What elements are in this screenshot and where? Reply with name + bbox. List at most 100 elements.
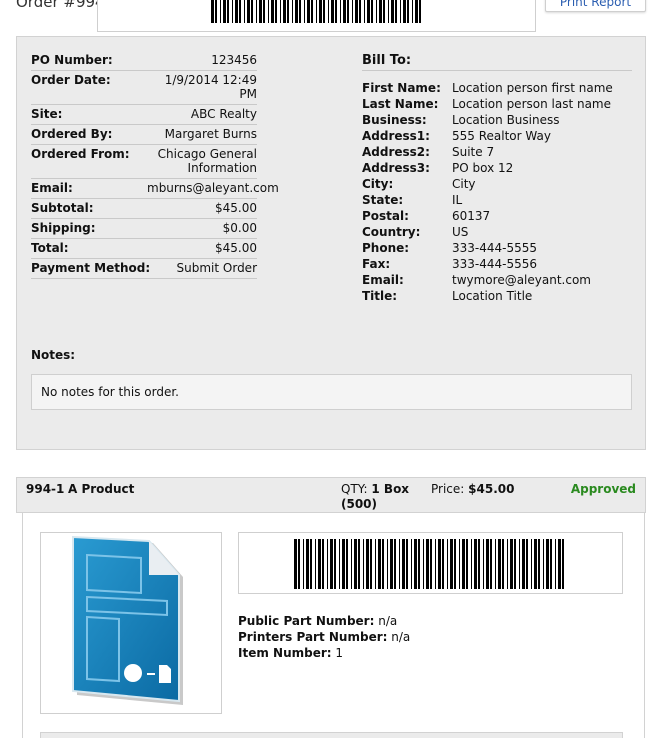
item-name: A Product (68, 482, 135, 496)
next-section-strip (40, 732, 623, 738)
barcode-bar (351, 539, 352, 589)
barcode-bar (546, 539, 549, 589)
bill-to-value: 60137 (452, 209, 491, 223)
bill-to-row: Phone: 333-444-5555 (362, 240, 632, 256)
po-number-label: PO Number: (31, 53, 113, 67)
barcode-bar (426, 539, 429, 589)
barcode-bar (423, 539, 424, 589)
bill-to-label: Address3: (362, 161, 430, 175)
barcode-bar (555, 539, 556, 589)
barcode-bar (531, 539, 532, 589)
barcode-bar (395, 0, 397, 23)
barcode-bar (375, 539, 376, 589)
barcode-bar (459, 539, 460, 589)
bill-to-row: Fax: 333-444-5556 (362, 256, 632, 272)
ordered-by-value: Margaret Burns (164, 127, 257, 141)
barcode-bar (283, 0, 286, 23)
barcode-bar (438, 539, 441, 589)
barcode-bar (364, 0, 365, 23)
bill-to-title: Bill To: (362, 53, 632, 71)
barcode-bar (227, 0, 229, 23)
bill-to-row: State: IL (362, 192, 632, 208)
barcode-bar (220, 0, 221, 23)
ordered-from-label: Ordered From: (31, 147, 130, 161)
barcode-bar (435, 539, 436, 589)
public-part-row: Public Part Number: n/a (238, 613, 410, 629)
barcode-bar (510, 539, 513, 589)
barcode-bar (251, 0, 253, 23)
barcode-bar (268, 0, 269, 23)
barcode-bar (298, 539, 300, 589)
barcode-bar (235, 0, 238, 23)
ordered-from-value: Chicago General Information (157, 147, 257, 175)
barcode-bar (328, 0, 329, 23)
order-summary: PO Number: 123456 Order Date: 1/9/2014 12:… (31, 51, 279, 279)
barcode-bar (316, 0, 317, 23)
barcode-bar (366, 539, 369, 589)
barcode-bar (462, 539, 465, 589)
bill-to-label: Email: (362, 273, 404, 287)
ordered-by-label: Ordered By: (31, 127, 113, 141)
public-part-label: Public Part Number: (238, 614, 375, 628)
order-item-header: 994-1 A Product QTY: 1 Box (500) Price: … (16, 477, 646, 513)
bill-to-value: Location person last name (452, 97, 612, 111)
barcode-bar (215, 0, 217, 23)
barcode-bar (379, 0, 382, 23)
bill-to-label: Address1: (362, 129, 430, 143)
barcode-bar (383, 0, 385, 23)
barcode-bar (418, 539, 420, 589)
barcode-bar (342, 539, 345, 589)
shipping-label: Shipping: (31, 221, 96, 235)
po-number-row: PO Number: 123456 (31, 51, 257, 71)
bill-to-row: Address1: 555 Realtor Way (362, 128, 632, 144)
barcode-bar (538, 539, 540, 589)
barcode-bar (358, 539, 360, 589)
barcode-bar (495, 539, 496, 589)
site-label: Site: (31, 107, 63, 121)
barcode-bar (502, 539, 504, 589)
bill-to-value: 333-444-5556 (452, 257, 538, 271)
barcode-bar (391, 0, 394, 23)
item-barcode-box (238, 532, 623, 594)
product-info: Public Part Number: n/a Printers Part Nu… (238, 613, 410, 661)
print-report-button[interactable]: Print Report (545, 0, 646, 12)
barcode-bar (275, 0, 277, 23)
order-barcode-box (97, 0, 536, 32)
barcode-bar (543, 539, 544, 589)
bill-to-value: 555 Realtor Way (452, 129, 551, 143)
payment-method-label: Payment Method: (31, 261, 151, 275)
bill-to-value: Suite 7 (452, 145, 495, 159)
barcode-bar (287, 0, 289, 23)
bill-to-value: Location person first name (452, 81, 613, 95)
barcode-bar (367, 0, 370, 23)
barcode-bar (299, 0, 301, 23)
order-barcode (211, 0, 421, 23)
barcode-bar (478, 539, 480, 589)
barcode-bar (343, 0, 346, 23)
barcode-bar (211, 0, 214, 23)
email-value: mburns@aleyant.com (147, 181, 279, 195)
bill-to-label: Postal: (362, 209, 409, 223)
document-product-icon (72, 535, 183, 705)
barcode-bar (303, 539, 304, 589)
barcode-bar (330, 539, 333, 589)
barcode-bar (271, 0, 274, 23)
subtotal-label: Subtotal: (31, 201, 94, 215)
public-part-value: n/a (378, 614, 398, 628)
bill-to-label: State: (362, 193, 404, 207)
barcode-bar (390, 539, 393, 589)
site-value: ABC Realty (190, 107, 257, 121)
bill-to-value: PO box 12 (452, 161, 514, 175)
bill-to-label: Country: (362, 225, 421, 239)
barcode-bar (474, 539, 477, 589)
barcode-bar (355, 0, 358, 23)
barcode-bar (318, 539, 321, 589)
barcode-bar (239, 0, 241, 23)
barcode-bar (526, 539, 528, 589)
barcode-bar (388, 0, 389, 23)
barcode-bar (346, 539, 348, 589)
bill-to-row: Postal: 60137 (362, 208, 632, 224)
barcode-bar (382, 539, 384, 589)
order-details-panel: PO Number: 123456 Order Date: 1/9/2014 12:… (16, 36, 646, 450)
barcode-bar (378, 539, 381, 589)
